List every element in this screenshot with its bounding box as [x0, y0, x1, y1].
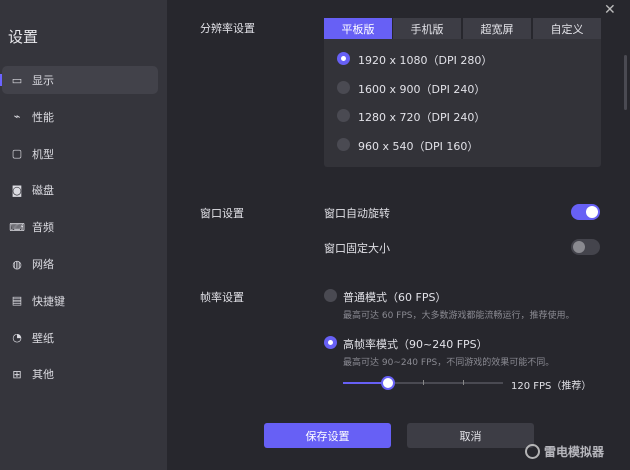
- keyboard-icon: ▤: [11, 294, 23, 308]
- palette-icon: ◔: [12, 331, 22, 345]
- resolution-radio[interactable]: [337, 80, 350, 94]
- sidebar-item-1[interactable]: ⌁ 性能: [2, 103, 158, 131]
- resolution-option: 1280 x 720（DPI 240）: [358, 111, 486, 125]
- sidebar-item-5[interactable]: ◍ 网络: [2, 250, 158, 278]
- sidebar-item-8[interactable]: ⊞ 其他: [2, 360, 158, 388]
- auto-rotate-label: 窗口自动旋转: [324, 207, 390, 220]
- sidebar-item-label: 壁纸: [32, 331, 54, 345]
- normal-mode-radio[interactable]: [324, 289, 337, 302]
- fixed-size-toggle[interactable]: [571, 239, 600, 255]
- resolution-option: 1920 x 1080（DPI 280）: [358, 54, 493, 67]
- gamepad-icon: ⌨: [9, 220, 25, 234]
- sidebar-item-label: 性能: [32, 110, 54, 124]
- resolution-radio[interactable]: [337, 138, 350, 152]
- high-fps-radio[interactable]: [324, 336, 337, 349]
- resolution-label: 分辨率设置: [200, 22, 255, 35]
- slider-tick: [423, 380, 424, 385]
- sidebar-item-label: 显示: [32, 74, 54, 87]
- slider-thumb[interactable]: [380, 376, 395, 390]
- save-button[interactable]: 保存设置: [264, 423, 391, 448]
- resolution-option: 1600 x 900（DPI 240）: [358, 82, 486, 96]
- sidebar-item-label: 快捷键: [32, 294, 65, 308]
- sidebar-item-label: 机型: [32, 147, 54, 161]
- window-label: 窗口设置: [200, 207, 244, 220]
- sidebar-item-label: 网络: [32, 258, 54, 271]
- globe-icon: ◍: [12, 257, 22, 271]
- fixed-size-label: 窗口固定大小: [324, 242, 390, 255]
- fps-label: 帧率设置: [200, 291, 244, 304]
- settings-title: 设置: [8, 28, 39, 46]
- sidebar-item-label: 磁盘: [32, 184, 54, 198]
- sidebar-item-label: 其他: [32, 368, 54, 382]
- resolution-radio[interactable]: [337, 52, 350, 65]
- slider-value: 120 FPS（推荐）: [511, 381, 592, 392]
- logo: 雷电模拟器: [525, 443, 604, 460]
- close-icon[interactable]: ✕: [604, 2, 616, 18]
- sidebar: 设置 ▭ 显示 ⌁ 性能 ▢ 机型 ◙ 磁盘 ⌨ 音频 ◍ 网络 ▤ 快捷键 ◔ 壁纸 ⊞ 其他: [0, 0, 167, 470]
- resolution-option: 960 x 540（DPI 160）: [358, 140, 479, 154]
- activity-icon: ⌁: [13, 110, 21, 124]
- sidebar-item-7[interactable]: ◔ 壁纸: [2, 324, 158, 352]
- normal-mode-desc: 最高可达 60 FPS，大多数游戏都能流畅运行，推荐使用。: [343, 311, 575, 321]
- sidebar-item-2[interactable]: ▢ 机型: [2, 140, 158, 168]
- fps-slider[interactable]: [343, 376, 503, 390]
- tab-ultrawide[interactable]: 超宽屏: [463, 18, 531, 39]
- normal-mode-label: 普通模式（60 FPS）: [343, 291, 447, 304]
- logo-text: 雷电模拟器: [544, 445, 605, 459]
- high-fps-desc: 最高可达 90~240 FPS，不同游戏的效果可能不同。: [343, 358, 555, 368]
- tab-tablet[interactable]: 平板版: [324, 18, 392, 39]
- tab-phone[interactable]: 手机版: [393, 18, 461, 39]
- sidebar-item-0[interactable]: ▭ 显示: [0, 66, 158, 94]
- logo-icon: [525, 444, 540, 459]
- high-fps-label: 高帧率模式（90~240 FPS）: [343, 338, 488, 351]
- cancel-button[interactable]: 取消: [407, 423, 534, 448]
- sidebar-item-label: 音频: [32, 221, 54, 235]
- scrollbar[interactable]: [624, 55, 627, 110]
- monitor-icon: ▭: [11, 73, 23, 87]
- device-icon: ▢: [11, 147, 23, 161]
- sidebar-item-6[interactable]: ▤ 快捷键: [2, 287, 158, 315]
- tab-custom[interactable]: 自定义: [533, 18, 601, 39]
- disk-icon: ◙: [11, 183, 23, 197]
- grid-icon: ⊞: [12, 367, 22, 381]
- sidebar-item-3[interactable]: ◙ 磁盘: [2, 176, 158, 204]
- sidebar-item-4[interactable]: ⌨ 音频: [2, 213, 158, 241]
- slider-tick: [463, 380, 464, 385]
- auto-rotate-toggle[interactable]: [571, 204, 600, 220]
